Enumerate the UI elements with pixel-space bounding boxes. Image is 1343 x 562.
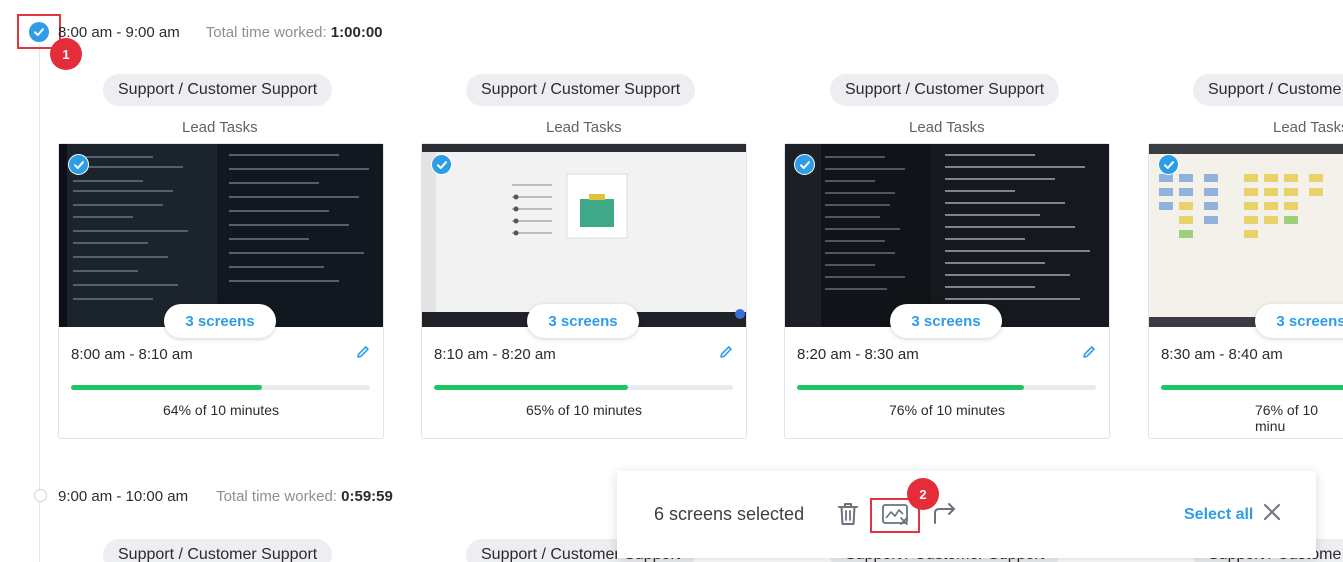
hour-range: 9:00 am - 10:00 am: [58, 487, 189, 505]
check-icon: [436, 160, 447, 169]
screen-selected-checkbox[interactable]: [1158, 154, 1179, 175]
pencil-icon[interactable]: [718, 344, 734, 360]
check-icon: [1163, 160, 1174, 169]
activity-text: 65% of 10 minutes: [526, 402, 642, 418]
total-time-worked: Total time worked: 0:59:59: [216, 487, 393, 505]
selection-action-bar: 6 screens selected 2 Select all: [617, 471, 1316, 558]
screenshot-card[interactable]: 3 screens 8:00 am - 8:10 am 64% of 10 mi…: [58, 143, 384, 439]
screen-selected-checkbox[interactable]: [431, 154, 452, 175]
screen-selected-checkbox[interactable]: [794, 154, 815, 175]
close-icon[interactable]: [1263, 503, 1281, 521]
card-time-range: 8:20 am - 8:30 am: [797, 346, 919, 363]
timeline-line: [39, 44, 40, 562]
task-label: Lead Tasks: [182, 119, 258, 136]
activity-progress-bar: [434, 385, 733, 390]
screens-count-button[interactable]: 3 screens: [1255, 304, 1343, 338]
screen-selected-checkbox[interactable]: [68, 154, 89, 175]
pencil-icon[interactable]: [1081, 344, 1097, 360]
activity-progress-bar: [1161, 385, 1343, 390]
select-all-link[interactable]: Select all: [1184, 506, 1253, 524]
activity-progress-bar: [797, 385, 1096, 390]
move-icon[interactable]: [932, 501, 958, 525]
trash-icon[interactable]: [836, 501, 860, 527]
screenshot-thumbnail[interactable]: [59, 144, 383, 327]
project-tag: Support / Customer Support: [830, 74, 1060, 106]
activity-progress-bar: [71, 385, 370, 390]
project-tag: Support / Customer Support: [103, 539, 333, 562]
task-label: Lead Tasks: [1273, 119, 1343, 136]
hour-range: 8:00 am - 9:00 am: [58, 23, 180, 41]
hour-select-checkbox[interactable]: [34, 489, 47, 502]
screenshot-thumbnail[interactable]: [422, 144, 746, 327]
check-icon: [799, 160, 810, 169]
activity-text: 76% of 10 minutes: [889, 402, 1005, 418]
activity-text: 76% of 10 minu: [1255, 402, 1319, 434]
task-label: Lead Tasks: [909, 119, 985, 136]
project-tag: Support / Custome: [1193, 74, 1343, 106]
activity-text: 64% of 10 minutes: [163, 402, 279, 418]
screenshot-card[interactable]: 3 screens 8:20 am - 8:30 am 76% of 10 mi…: [784, 143, 1110, 439]
screens-count-button[interactable]: 3 screens: [890, 304, 1002, 338]
selected-count: 6 screens selected: [654, 504, 805, 524]
screenshot-thumbnail[interactable]: [785, 144, 1109, 327]
hour-header: 9:00 am - 10:00 am Total time worked: 0:…: [58, 484, 393, 508]
card-time-range: 8:30 am - 8:40 am: [1161, 346, 1283, 363]
card-time-range: 8:00 am - 8:10 am: [71, 346, 193, 363]
screens-count-button[interactable]: 3 screens: [527, 304, 639, 338]
project-tag: Support / Customer Support: [466, 74, 696, 106]
task-label: Lead Tasks: [546, 119, 622, 136]
total-time-worked: Total time worked: 1:00:00: [205, 23, 383, 41]
card-time-range: 8:10 am - 8:20 am: [434, 346, 556, 363]
screenshot-card[interactable]: 3 screens 8:30 am - 8:40 am 76% of 10 mi…: [1148, 143, 1343, 439]
check-icon: [73, 160, 84, 169]
screens-count-button[interactable]: 3 screens: [164, 304, 276, 338]
hour-header: 8:00 am - 9:00 am Total time worked: 1:0…: [58, 20, 383, 44]
pencil-icon[interactable]: [355, 344, 371, 360]
screenshot-thumbnail[interactable]: [1149, 144, 1343, 327]
screenshot-card[interactable]: 3 screens 8:10 am - 8:20 am 65% of 10 mi…: [421, 143, 747, 439]
project-tag: Support / Customer Support: [103, 74, 333, 106]
